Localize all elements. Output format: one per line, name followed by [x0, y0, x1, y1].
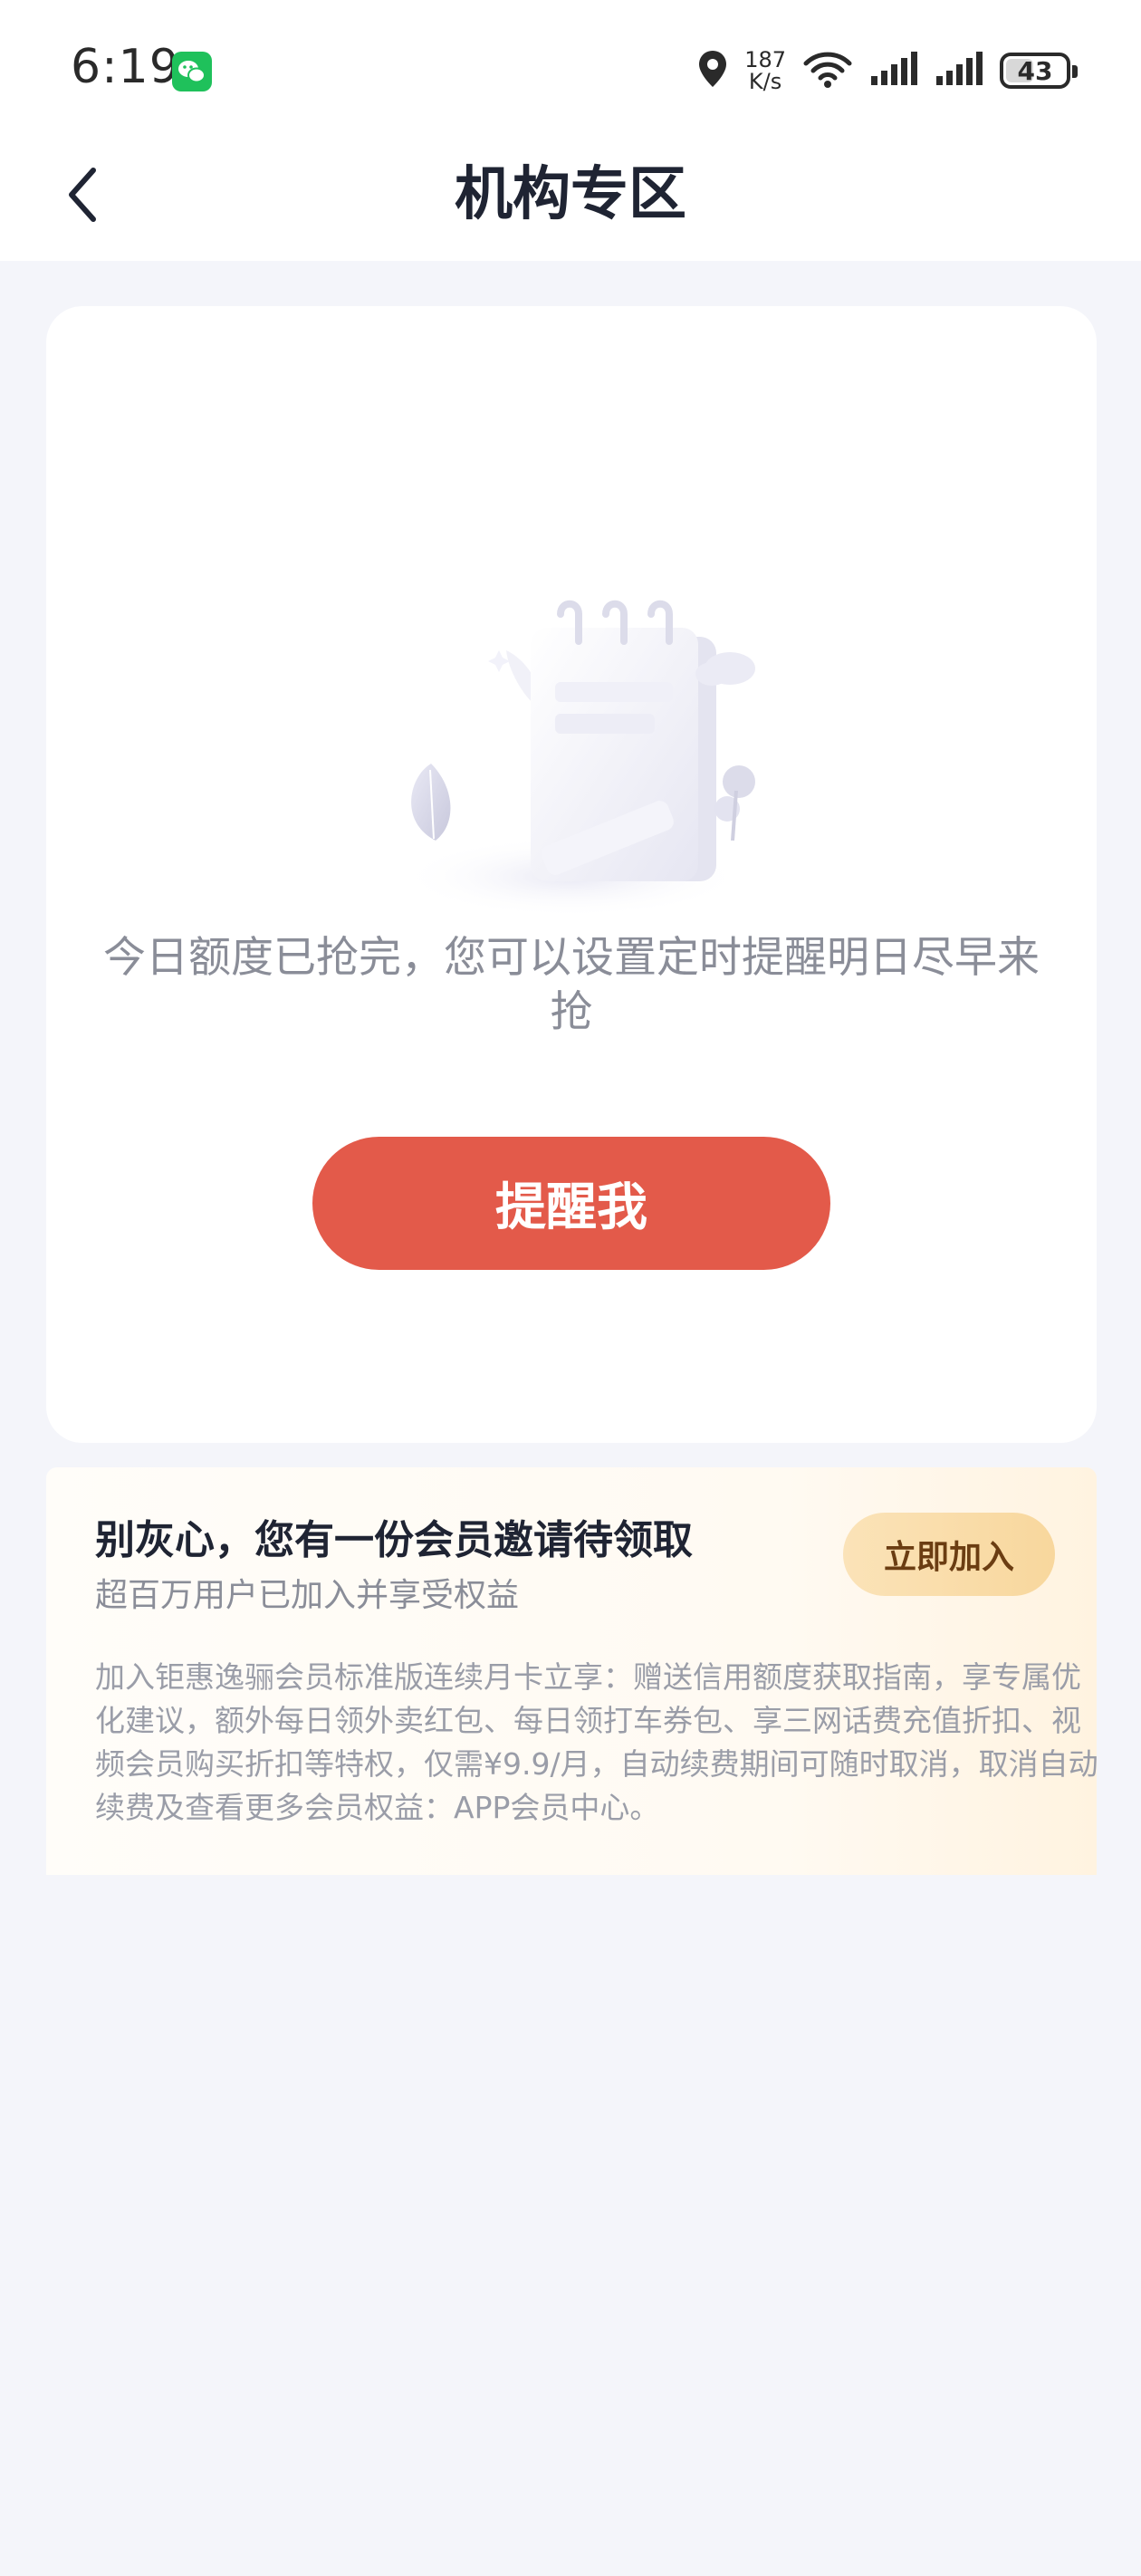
member-description: 加入钜惠逸骊会员标准版连续月卡立享：赠送信用额度获取指南，享专属优化建议，额外每…: [95, 1659, 1098, 1825]
status-bar: 6:19 187 K/s 43: [0, 0, 1141, 136]
empty-message: 今日额度已抢完，您可以设置定时提醒明日尽早来抢: [103, 933, 1040, 1037]
member-subtitle: 超百万用户已加入并享受权益: [95, 1577, 520, 1614]
net-speed-unit: K/s: [748, 69, 782, 94]
status-icons: 187 K/s 43: [697, 43, 1078, 98]
nav-bar: 机构专区: [0, 136, 1141, 261]
wechat-notification-icon: [172, 52, 212, 91]
empty-notepad-illustration: [363, 533, 780, 940]
wifi-icon: [802, 49, 853, 92]
network-speed: 187 K/s: [744, 49, 786, 92]
battery-icon: 43: [1000, 53, 1078, 89]
join-now-button[interactable]: 立即加入: [843, 1513, 1055, 1596]
net-speed-value: 187: [744, 47, 786, 72]
remind-me-button[interactable]: 提醒我: [312, 1137, 830, 1270]
signal-icon-2: [935, 49, 983, 92]
member-invite-card: 别灰心，您有一份会员邀请待领取 超百万用户已加入并享受权益 立即加入 加入钜惠逸…: [46, 1467, 1098, 1875]
signal-icon: [869, 49, 918, 92]
member-title: 别灰心，您有一份会员邀请待领取: [95, 1517, 693, 1563]
quota-card: 今日额度已抢完，您可以设置定时提醒明日尽早来抢 提醒我: [46, 306, 1097, 1443]
location-icon: [697, 49, 728, 92]
battery-level: 43: [1017, 55, 1053, 86]
page-title: 机构专区: [455, 161, 686, 228]
status-time: 6:19: [71, 40, 180, 94]
